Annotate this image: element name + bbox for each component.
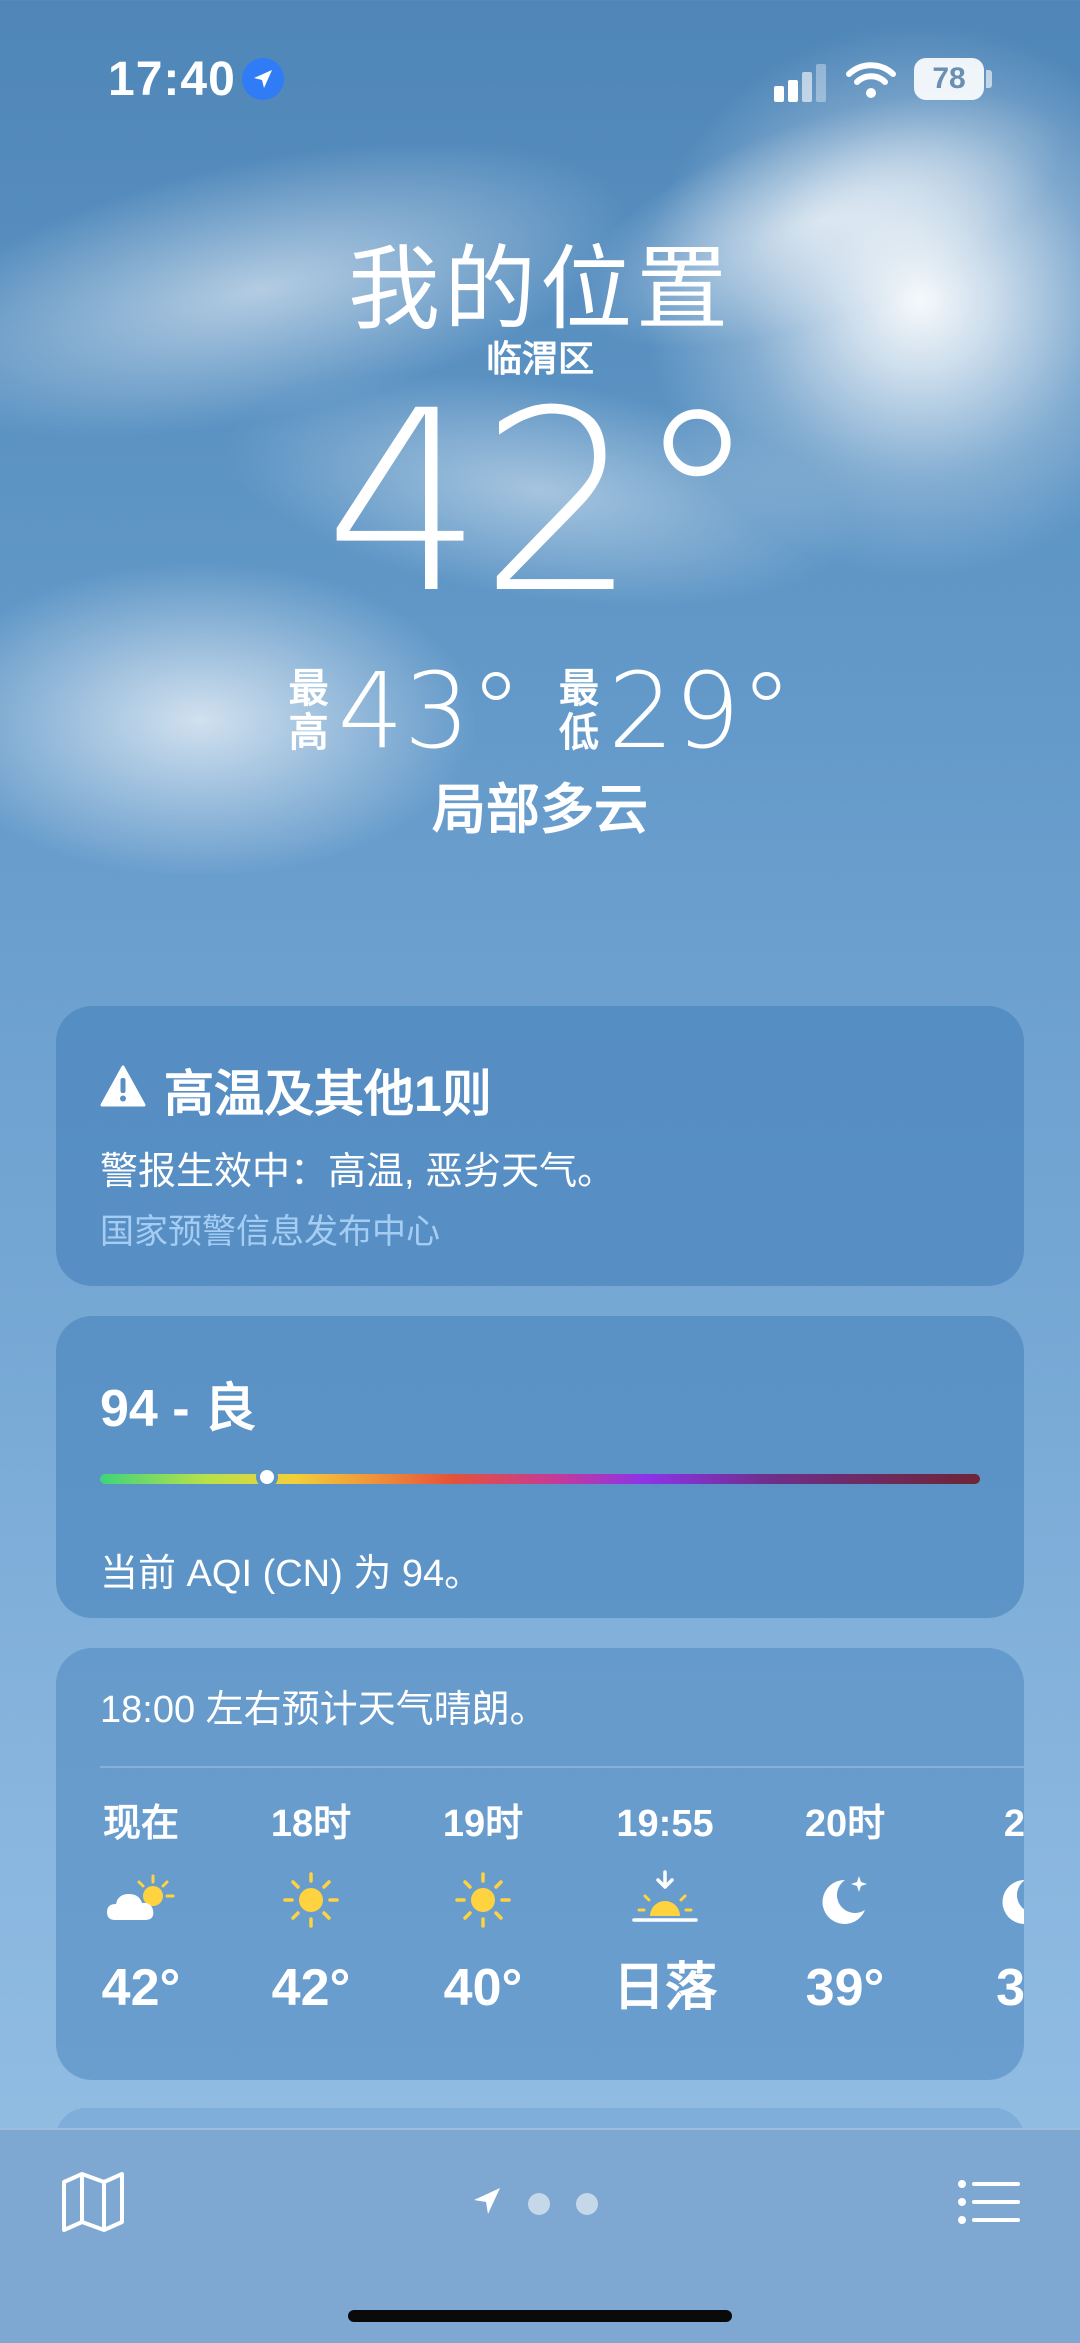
- page-indicator[interactable]: [472, 2186, 598, 2221]
- location-arrow-icon: [472, 2186, 502, 2221]
- hour-label: 18时: [270, 1803, 352, 1845]
- warning-triangle-icon: [100, 1061, 146, 1119]
- hour-item: 18时 42°: [236, 1796, 386, 2028]
- hour-temp: 40°: [443, 1959, 523, 2017]
- moon-stars-icon: [770, 1852, 920, 1948]
- hour-item: 现在 42°: [66, 1796, 216, 2028]
- alert-source-link[interactable]: 国家预警信息发布中心: [100, 1204, 440, 1253]
- hour-label: 19时: [442, 1803, 524, 1845]
- bottom-toolbar: [0, 2128, 1080, 2343]
- list-icon[interactable]: [954, 2170, 1024, 2234]
- sun-icon: [408, 1852, 558, 1948]
- location-arrow-icon: [242, 58, 284, 100]
- aqi-marker: [256, 1466, 279, 1488]
- sun-icon: [236, 1852, 386, 1948]
- hourly-list[interactable]: 现在 42° 18时 42° 19时 40° 19:55 日落 20时 39° …: [56, 1796, 1024, 2056]
- weather-condition: 局部多云: [432, 780, 648, 840]
- home-indicator[interactable]: [348, 2310, 732, 2322]
- low-value: 29°: [608, 650, 793, 772]
- hour-label: 20时: [804, 1803, 886, 1845]
- location-title: 我的位置: [347, 239, 732, 341]
- sunset-icon: [590, 1852, 740, 1948]
- hour-temp: 37: [996, 1959, 1024, 2017]
- hourly-summary: 18:00 左右预计天气晴朗。: [100, 1689, 548, 1731]
- air-quality-card[interactable]: 94 - 良 当前 AQI (CN) 为 94。: [56, 1316, 1024, 1618]
- wifi-icon: [846, 60, 896, 100]
- map-icon[interactable]: [58, 2170, 128, 2234]
- current-temperature: 42°: [324, 357, 759, 648]
- hour-item: 20时 39°: [770, 1796, 920, 2028]
- page-dot: [576, 2192, 598, 2215]
- hour-temp: 42°: [101, 1959, 181, 2017]
- battery-tip: [986, 70, 992, 88]
- hour-item: 21 37: [950, 1796, 1024, 2028]
- status-time: 17:40: [108, 53, 236, 106]
- low-label: 最低: [559, 667, 599, 755]
- high-low-row: 最高 43° 最低 29°: [0, 650, 1080, 772]
- low-temp: 最低 29°: [558, 650, 792, 772]
- aqi-value: 94 - 良: [100, 1380, 257, 1438]
- high-value: 43°: [337, 650, 522, 772]
- status-bar: 17:40 78: [0, 0, 1080, 150]
- aqi-description: 当前 AQI (CN) 为 94。: [100, 1553, 483, 1595]
- hourly-forecast-card[interactable]: 18:00 左右预计天气晴朗。 现在 42° 18时 42° 19时 40° 1…: [56, 1648, 1024, 2080]
- hour-temp: 39°: [805, 1959, 885, 2017]
- hour-label: 19:55: [616, 1803, 714, 1845]
- weather-alert-card[interactable]: 高温及其他1则 警报生效中：高温, 恶劣天气。 国家预警信息发布中心: [56, 1006, 1024, 1286]
- alert-title: 高温及其他1则: [164, 1066, 492, 1122]
- hour-item: 19时 40°: [408, 1796, 558, 2028]
- hour-label: 现在: [102, 1803, 179, 1845]
- hour-label: 21: [1003, 1803, 1024, 1845]
- hour-item: 19:55 日落: [590, 1796, 740, 2028]
- cellular-signal-icon: [774, 62, 830, 102]
- moon-icon: [950, 1852, 1024, 1948]
- high-temp: 最高 43°: [288, 650, 522, 772]
- battery-icon: 78: [914, 58, 984, 100]
- aqi-scale-bar: [100, 1474, 980, 1484]
- high-label: 最高: [288, 667, 329, 755]
- alert-body: 警报生效中：高温, 恶劣天气。: [100, 1151, 616, 1193]
- divider: [100, 1766, 1024, 1768]
- alert-title-row: 高温及其他1则: [100, 1054, 492, 1126]
- hour-temp: 日落: [612, 1959, 717, 2017]
- page-dot: [528, 2192, 550, 2215]
- hour-temp: 42°: [271, 1959, 351, 2017]
- partly-cloudy-sun-icon: [66, 1852, 216, 1948]
